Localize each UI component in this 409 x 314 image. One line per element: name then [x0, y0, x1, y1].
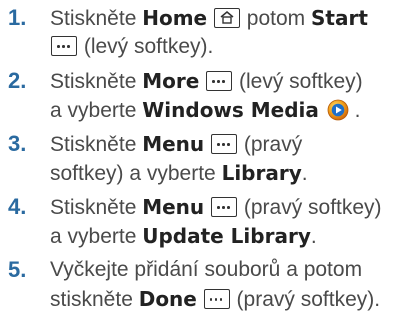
step-text: Stiskněte [50, 196, 143, 219]
step-2-line-2: a vyberte Windows Media . [50, 96, 360, 129]
step-text: . [348, 99, 361, 122]
menu-item-library: Library [221, 161, 302, 185]
step-number: 1. [8, 5, 27, 30]
step-text: potom [240, 7, 311, 30]
step-number: 2. [8, 68, 27, 93]
key-name-home: Home [142, 6, 208, 30]
instruction-list: 1. Stiskněte Home potom Start (levý soft… [0, 0, 409, 311]
step-number: 4. [8, 194, 27, 219]
app-name-windows-media: Windows Media [142, 98, 319, 122]
softkey-dots-icon [203, 289, 230, 309]
step-text: (levý softkey) [233, 70, 363, 93]
step-text: (pravý softkey). [230, 288, 381, 311]
key-name-start: Start [311, 6, 368, 30]
step-4-line-2: a vyberte Update Library. [50, 222, 317, 251]
menu-item-update-library: Update Library [142, 224, 311, 248]
step-1-line-1: Stiskněte Home potom Start [50, 4, 368, 33]
step-5-line-1: Vyčkejte přidání souborů a potom [50, 256, 362, 284]
softkey-dots-icon [211, 197, 238, 217]
step-text: (pravý [238, 133, 303, 156]
key-name-menu: Menu [142, 132, 205, 156]
step-text: Stiskněte [50, 70, 143, 93]
key-name-done: Done [138, 287, 197, 311]
home-key-icon [213, 8, 240, 28]
step-text: . [310, 225, 317, 248]
softkey-dots-icon [51, 36, 77, 56]
key-name-menu: Menu [142, 195, 205, 219]
step-text: a vyberte [50, 225, 143, 248]
step-text: stiskněte [50, 288, 139, 311]
step-1-line-2: (levý softkey). [50, 33, 213, 61]
step-number: 5. [8, 257, 27, 282]
step-text: Vyčkejte přidání souborů a potom [50, 258, 363, 281]
step-3-line-2: softkey) a vyberte Library. [50, 159, 308, 188]
step-3-line-1: Stiskněte Menu (pravý [50, 130, 302, 159]
windows-media-icon [327, 99, 349, 129]
step-4-line-1: Stiskněte Menu (pravý softkey) [50, 193, 382, 222]
step-2-line-1: Stiskněte More (levý softkey) [50, 67, 363, 96]
step-text: (levý softkey). [78, 35, 214, 58]
step-text: a vyberte [50, 99, 143, 122]
softkey-dots-icon [206, 71, 233, 91]
step-number: 3. [8, 131, 27, 156]
step-text: . [301, 162, 308, 185]
softkey-dots-icon [211, 134, 238, 154]
step-5-line-2: stiskněte Done (pravý softkey). [50, 285, 380, 314]
step-text: Stiskněte [50, 7, 143, 30]
step-text: (pravý softkey) [238, 196, 382, 219]
step-text: Stiskněte [50, 133, 143, 156]
step-text: softkey) a vyberte [50, 162, 222, 185]
key-name-more: More [142, 69, 200, 93]
